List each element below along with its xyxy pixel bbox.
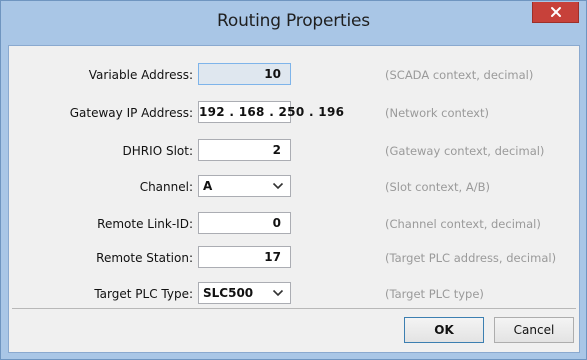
cancel-button[interactable]: Cancel (494, 317, 574, 343)
close-button[interactable] (532, 2, 579, 23)
target-plc-type-hint: (Target PLC type) (385, 287, 484, 301)
dhrio-slot-hint: (Gateway context, decimal) (385, 144, 545, 158)
title-bar[interactable]: Routing Properties (1, 1, 586, 45)
dialog-body: Variable Address: 10 (SCADA context, dec… (8, 45, 580, 353)
variable-address-field: 10 (198, 63, 291, 85)
target-plc-type-label: Target PLC Type: (94, 287, 193, 301)
channel-label: Channel: (139, 180, 193, 194)
remote-station-row: Remote Station: 17 (Target PLC address, … (9, 246, 579, 270)
remote-station-label: Remote Station: (96, 251, 193, 265)
footer-divider (12, 308, 576, 309)
target-plc-type-selected-value: SLC500 (203, 286, 254, 300)
remote-link-id-field[interactable]: 0 (198, 212, 291, 234)
variable-address-label: Variable Address: (88, 68, 193, 82)
gateway-ip-field[interactable]: 192 . 168 . 250 . 196 (198, 101, 344, 123)
gateway-ip-hint: (Network context) (385, 106, 489, 120)
dhrio-slot-label: DHRIO Slot: (122, 144, 193, 158)
close-icon (550, 7, 561, 17)
target-plc-type-row: Target PLC Type: SLC500 (Target PLC type… (9, 282, 579, 306)
remote-link-id-row: Remote Link-ID: 0 (Channel context, deci… (9, 212, 579, 236)
variable-address-row: Variable Address: 10 (SCADA context, dec… (9, 63, 579, 87)
remote-station-field[interactable]: 17 (198, 246, 291, 268)
remote-station-hint: (Target PLC address, decimal) (385, 251, 557, 265)
target-plc-type-select[interactable]: SLC500 (198, 282, 291, 304)
routing-properties-dialog: Routing Properties Variable Address: 10 … (0, 0, 587, 360)
dialog-title: Routing Properties (217, 11, 370, 31)
remote-link-id-label: Remote Link-ID: (97, 217, 193, 231)
chevron-down-icon (272, 182, 284, 190)
dhrio-slot-row: DHRIO Slot: 2 (Gateway context, decimal) (9, 139, 579, 163)
remote-link-id-hint: (Channel context, decimal) (385, 217, 541, 231)
variable-address-hint: (SCADA context, decimal) (385, 68, 534, 82)
dhrio-slot-field[interactable]: 2 (198, 139, 291, 161)
channel-row: Channel: A (Slot context, A/B) (9, 175, 579, 199)
channel-hint: (Slot context, A/B) (385, 180, 490, 194)
gateway-ip-row: Gateway IP Address: 192 . 168 . 250 . 19… (9, 101, 579, 125)
channel-select[interactable]: A (198, 175, 291, 197)
ok-button[interactable]: OK (404, 317, 484, 343)
gateway-ip-label: Gateway IP Address: (69, 106, 193, 120)
channel-selected-value: A (203, 179, 213, 193)
chevron-down-icon (272, 289, 284, 297)
